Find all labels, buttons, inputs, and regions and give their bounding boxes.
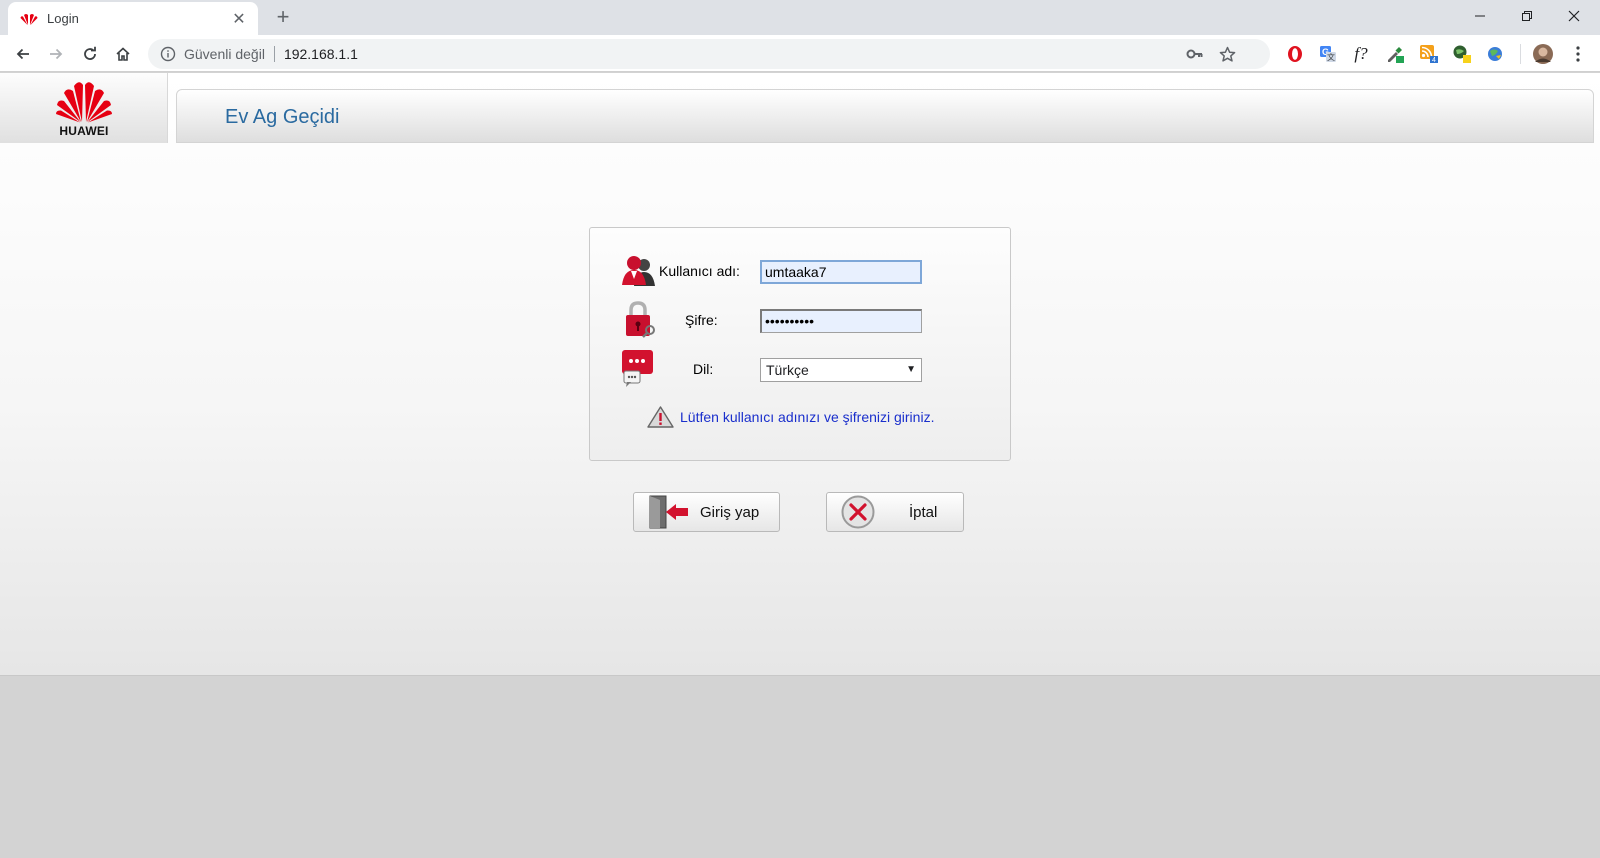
toolbar-divider xyxy=(1520,44,1521,64)
cancel-button[interactable]: İptal xyxy=(826,492,964,532)
warning-icon xyxy=(647,406,674,428)
svg-text:4: 4 xyxy=(1432,57,1436,64)
forward-arrow-icon xyxy=(50,48,63,60)
home-button[interactable] xyxy=(109,40,137,68)
rss-extension-icon[interactable]: 4 xyxy=(1418,43,1440,65)
header-bar: Ev Ag Geçidi xyxy=(176,89,1594,143)
security-status: Güvenli değil xyxy=(184,46,265,62)
browser-tabstrip: Login ✕ + xyxy=(0,0,1600,35)
key-icon[interactable] xyxy=(1182,39,1208,69)
svg-text:文: 文 xyxy=(1327,52,1335,62)
notice-text: Lütfen kullanıcı adınızı ve şifrenizi gi… xyxy=(680,409,935,425)
back-arrow-icon xyxy=(16,48,29,60)
notice-message: Lütfen kullanıcı adınızı ve şifrenizi gi… xyxy=(647,406,934,428)
language-chat-icon xyxy=(621,349,659,387)
login-panel: Kullanıcı adı: umtaaka7 Şifre: •••••••••… xyxy=(589,227,1011,461)
address-bar[interactable]: Güvenli değil 192.168.1.1 xyxy=(148,39,1270,69)
huawei-logo-icon xyxy=(56,82,112,123)
reload-button[interactable] xyxy=(76,40,104,68)
back-button[interactable] xyxy=(9,40,37,68)
new-tab-button[interactable]: + xyxy=(271,6,295,30)
huawei-favicon-icon xyxy=(20,12,38,26)
browser-menu-button[interactable] xyxy=(1567,43,1589,65)
tab-title: Login xyxy=(47,11,79,26)
browser-toolbar: Güvenli değil 192.168.1.1 G文 f? 4 xyxy=(0,35,1600,72)
translate-extension-icon[interactable]: G文 xyxy=(1317,43,1339,65)
globe-note-extension-icon[interactable] xyxy=(1451,43,1473,65)
font-detector-extension-icon[interactable]: f? xyxy=(1350,43,1372,65)
password-input[interactable]: •••••••••• xyxy=(760,309,922,333)
forward-button[interactable] xyxy=(42,40,70,68)
window-close-button[interactable] xyxy=(1551,0,1597,32)
username-input[interactable]: umtaaka7 xyxy=(760,260,922,284)
bookmark-star-icon[interactable] xyxy=(1214,39,1240,69)
tab-close-icon[interactable]: ✕ xyxy=(230,10,248,28)
page-title: Ev Ag Geçidi xyxy=(225,106,340,128)
earth-extension-icon[interactable] xyxy=(1484,43,1506,65)
brand-name: HUAWEI xyxy=(59,124,109,138)
opera-extension-icon[interactable] xyxy=(1284,43,1306,65)
logo-area: HUAWEI xyxy=(0,73,168,143)
url-text[interactable]: 192.168.1.1 xyxy=(284,46,358,62)
login-button[interactable]: Giriş yap xyxy=(633,492,780,532)
lock-icon xyxy=(621,300,659,338)
window-restore-button[interactable] xyxy=(1504,0,1550,32)
password-label: Şifre: xyxy=(685,312,718,328)
users-icon xyxy=(620,252,658,290)
window-minimize-button[interactable] xyxy=(1457,0,1503,32)
profile-avatar[interactable] xyxy=(1532,43,1554,65)
login-door-icon xyxy=(649,495,688,529)
address-separator xyxy=(273,46,275,62)
page: HUAWEI Ev Ag Geçidi Kullanıcı adı: umtaa… xyxy=(0,73,1600,858)
username-label: Kullanıcı adı: xyxy=(659,263,740,279)
reload-icon xyxy=(84,46,96,60)
cancel-button-label: İptal xyxy=(909,503,938,521)
login-button-label: Giriş yap xyxy=(700,503,760,521)
browser-tab[interactable]: Login ✕ xyxy=(8,2,258,35)
info-icon[interactable] xyxy=(160,46,176,62)
page-main-area: HUAWEI Ev Ag Geçidi Kullanıcı adı: umtaa… xyxy=(0,73,1600,676)
language-select[interactable]: Türkçe ▼ xyxy=(760,358,922,382)
language-label: Dil: xyxy=(693,361,714,377)
eyedropper-extension-icon[interactable] xyxy=(1384,43,1406,65)
language-select-value: Türkçe xyxy=(766,362,809,378)
cancel-x-icon xyxy=(841,495,875,529)
home-icon xyxy=(116,47,130,61)
dropdown-arrow-icon: ▼ xyxy=(906,364,916,375)
